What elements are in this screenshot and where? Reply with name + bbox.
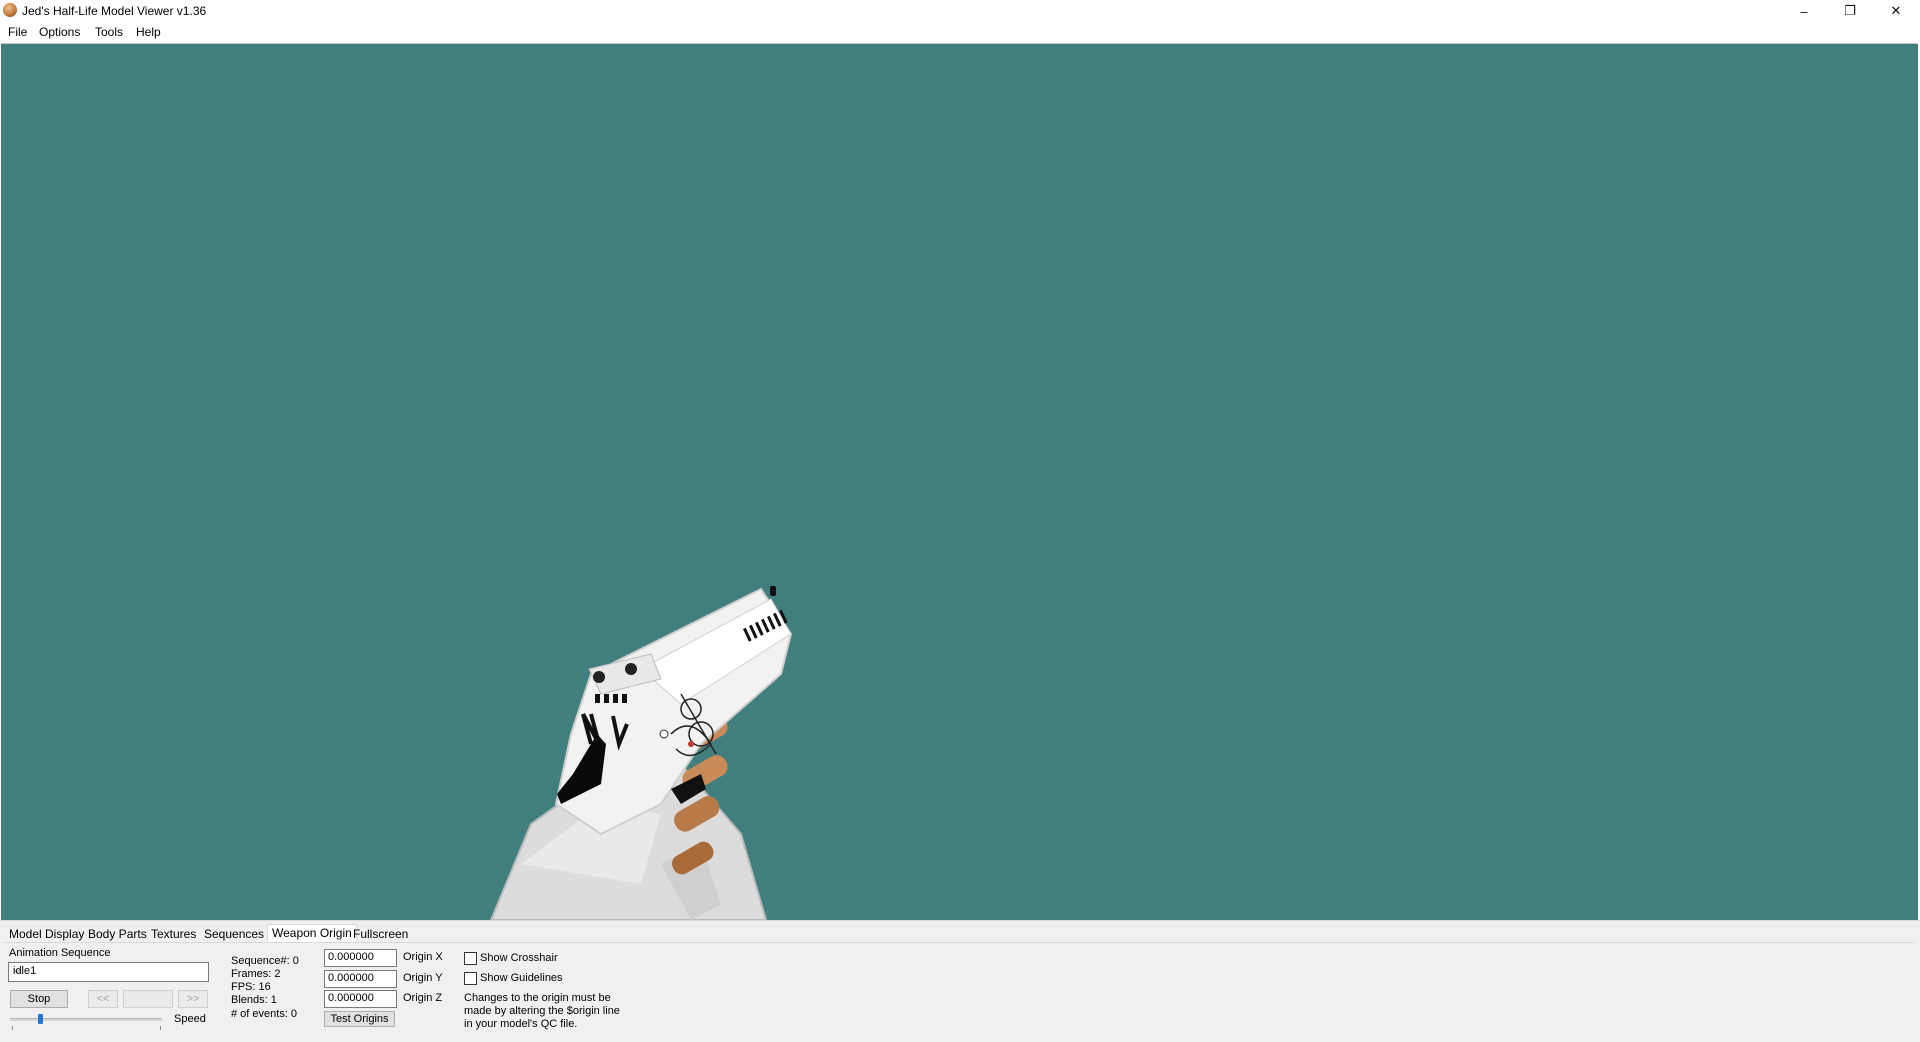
menu-file[interactable]: File xyxy=(8,25,27,39)
tab-weapon-origin[interactable]: Weapon Origin xyxy=(267,924,357,943)
weapon-model-render xyxy=(489,586,793,920)
window-title: Jed's Half-Life Model Viewer v1.36 xyxy=(22,4,207,18)
slider-tick xyxy=(160,1026,161,1030)
stop-button[interactable]: Stop xyxy=(10,990,68,1008)
frames-count: Frames: 2 xyxy=(231,968,281,980)
origin-y-input[interactable]: 0.000000 xyxy=(324,970,397,988)
tab-model-display[interactable]: Model Display xyxy=(9,927,84,941)
tab-divider xyxy=(3,942,1915,943)
menu-tools[interactable]: Tools xyxy=(95,25,123,39)
tab-fullscreen[interactable]: Fullscreen xyxy=(353,927,408,941)
close-button[interactable]: ✕ xyxy=(1873,0,1919,22)
menu-options[interactable]: Options xyxy=(39,25,80,39)
slider-tick xyxy=(12,1026,13,1030)
animation-sequence-select[interactable]: idle1 ⌵ xyxy=(8,962,209,982)
tab-sequences[interactable]: Sequences xyxy=(204,927,264,941)
events-count: # of events: 0 xyxy=(231,1008,298,1020)
origin-note-line-2: made by altering the $origin line xyxy=(464,1005,620,1017)
origin-y-label: Origin Y xyxy=(403,972,443,984)
sequence-number: Sequence#: 0 xyxy=(231,955,299,967)
blends-count: Blends: 1 xyxy=(231,994,277,1006)
tab-textures[interactable]: Textures xyxy=(151,927,196,941)
chevron-down-icon: ⌵ xyxy=(13,965,21,976)
origin-x-input[interactable]: 0.000000 xyxy=(324,949,397,967)
maximize-button[interactable]: ❐ xyxy=(1827,0,1873,22)
menu-help[interactable]: Help xyxy=(136,25,161,39)
origin-z-value: 0.000000 xyxy=(328,992,374,1004)
tab-body-parts[interactable]: Body Parts xyxy=(88,927,147,941)
model-viewport[interactable] xyxy=(1,43,1918,920)
frame-field[interactable] xyxy=(123,990,173,1008)
origin-note-line-1: Changes to the origin must be xyxy=(464,992,611,1004)
speed-slider[interactable] xyxy=(10,1018,162,1021)
title-bar: Jed's Half-Life Model Viewer v1.36 – ❐ ✕ xyxy=(0,0,1920,22)
prev-frame-button[interactable]: << xyxy=(88,990,118,1008)
speed-label: Speed xyxy=(174,1013,206,1025)
app-icon xyxy=(3,3,17,17)
menu-bar: File Options Tools Help xyxy=(0,22,1920,42)
show-crosshair-checkbox[interactable] xyxy=(464,952,477,965)
show-guidelines-checkbox[interactable] xyxy=(464,972,477,985)
origin-x-value: 0.000000 xyxy=(328,951,374,963)
speed-slider-thumb[interactable] xyxy=(38,1014,44,1024)
next-frame-button[interactable]: >> xyxy=(178,990,208,1008)
origin-z-label: Origin Z xyxy=(403,992,443,1004)
show-guidelines-label: Show Guidelines xyxy=(480,972,563,984)
show-crosshair-label: Show Crosshair xyxy=(480,952,558,964)
origin-x-label: Origin X xyxy=(403,951,443,963)
control-panel: Model Display Body Parts Textures Sequen… xyxy=(0,920,1920,1042)
animation-sequence-label: Animation Sequence xyxy=(9,947,111,959)
test-origins-button[interactable]: Test Origins xyxy=(324,1011,395,1027)
origin-y-value: 0.000000 xyxy=(328,972,374,984)
origin-note-line-3: in your model's QC file. xyxy=(464,1018,578,1030)
origin-z-input[interactable]: 0.000000 xyxy=(324,990,397,1008)
minimize-button[interactable]: – xyxy=(1781,0,1827,22)
fps-value: FPS: 16 xyxy=(231,981,271,993)
